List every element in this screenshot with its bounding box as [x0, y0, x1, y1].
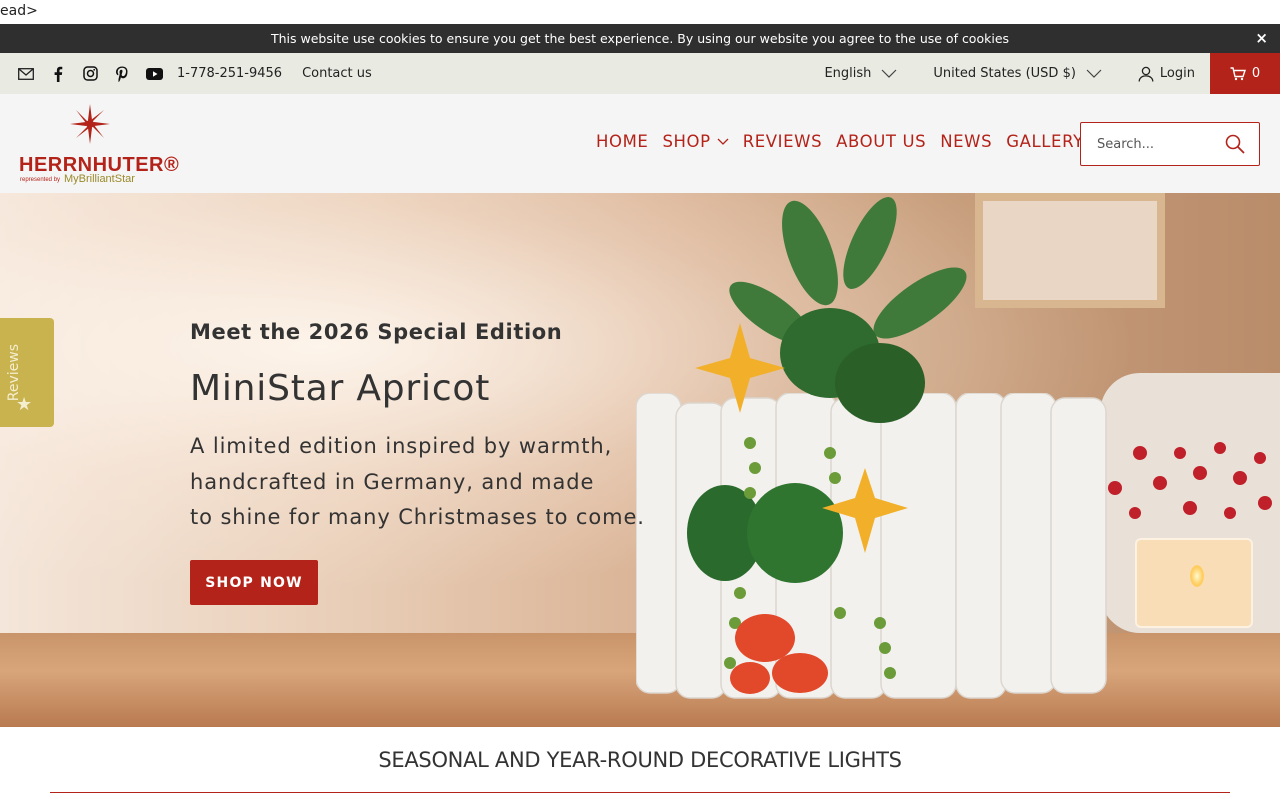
- hero-candle-flame: [1190, 565, 1204, 587]
- phone-link[interactable]: 1-778-251-9456: [177, 66, 282, 81]
- login-link[interactable]: Login: [1138, 66, 1195, 82]
- cart-button[interactable]: 0: [1210, 53, 1280, 94]
- top-bar: 1-778-251-9456 Contact us English United…: [0, 53, 1280, 94]
- facebook-icon[interactable]: [49, 65, 67, 83]
- youtube-icon[interactable]: [145, 65, 163, 83]
- section-title: SEASONAL AND YEAR-ROUND DECORATIVE LIGHT…: [378, 748, 902, 772]
- hero-description: A limited edition inspired by warmth, ha…: [190, 429, 645, 536]
- currency-select[interactable]: United States (USD $): [933, 66, 1102, 81]
- site-logo[interactable]: HERRNHUTER® represented by MyBrilliantSt…: [18, 104, 179, 185]
- pinterest-icon[interactable]: [113, 65, 131, 83]
- user-icon: [1138, 66, 1154, 82]
- search-icon[interactable]: [1225, 134, 1245, 154]
- logo-subtext: represented by: [20, 177, 61, 183]
- chevron-down-icon: [881, 69, 897, 78]
- hero-description-line: A limited edition inspired by warmth,: [190, 434, 613, 458]
- search-box: [1080, 122, 1260, 166]
- social-links: 1-778-251-9456 Contact us: [17, 65, 372, 83]
- search-input[interactable]: [1097, 136, 1217, 152]
- top-bar-right: English United States (USD $) Login 0: [824, 53, 1280, 94]
- nav-gallery[interactable]: GALLERY: [1006, 132, 1084, 151]
- hero-berries: [1108, 442, 1272, 519]
- cookie-message: This website use cookies to ensure you g…: [270, 31, 1010, 46]
- hero-kicker: Meet the 2026 Special Edition: [190, 320, 563, 344]
- star-logo-icon: [70, 104, 110, 144]
- nav-shop[interactable]: SHOP: [662, 132, 729, 151]
- contact-link[interactable]: Contact us: [302, 66, 372, 81]
- hero-plant: [687, 197, 967, 694]
- language-value: English: [824, 66, 872, 81]
- reviews-tab-label: Reviews: [6, 343, 22, 402]
- email-icon[interactable]: [17, 65, 35, 83]
- section-divider: [50, 792, 1230, 793]
- stray-text: ead>: [0, 3, 38, 19]
- site-header: HERRNHUTER® represented by MyBrilliantSt…: [0, 94, 1280, 193]
- nav-about[interactable]: ABOUT US: [836, 132, 926, 151]
- chevron-down-icon: [717, 138, 729, 145]
- nav-reviews[interactable]: REVIEWS: [743, 132, 822, 151]
- nav-home[interactable]: HOME: [596, 132, 648, 151]
- hero-title: MiniStar Apricot: [190, 368, 491, 409]
- instagram-icon[interactable]: [81, 65, 99, 83]
- cart-icon: [1230, 66, 1246, 80]
- language-select[interactable]: English: [824, 66, 897, 81]
- cart-count: 0: [1251, 66, 1261, 81]
- shop-now-button[interactable]: SHOP NOW: [190, 560, 318, 605]
- cookie-close-button[interactable]: ×: [1255, 29, 1268, 47]
- nav-news[interactable]: NEWS: [940, 132, 992, 151]
- hero-text: Meet the 2026 Special Edition MiniStar A…: [190, 320, 645, 536]
- reviews-side-tab[interactable]: Reviews ★: [0, 318, 54, 427]
- cookie-banner: This website use cookies to ensure you g…: [0, 24, 1280, 53]
- currency-value: United States (USD $): [933, 66, 1076, 81]
- login-label: Login: [1159, 66, 1195, 81]
- hero-description-line: to shine for many Christmases to come.: [190, 505, 645, 529]
- logo-brand: MyBrilliantStar: [64, 173, 135, 185]
- main-nav: HOME SHOP REVIEWS ABOUT US NEWS GALLERY: [596, 132, 1098, 151]
- hero-description-line: handcrafted in Germany, and made: [190, 469, 595, 494]
- nav-shop-label: SHOP: [662, 132, 711, 151]
- star-icon: ★: [16, 394, 33, 414]
- chevron-down-icon: [1086, 69, 1102, 78]
